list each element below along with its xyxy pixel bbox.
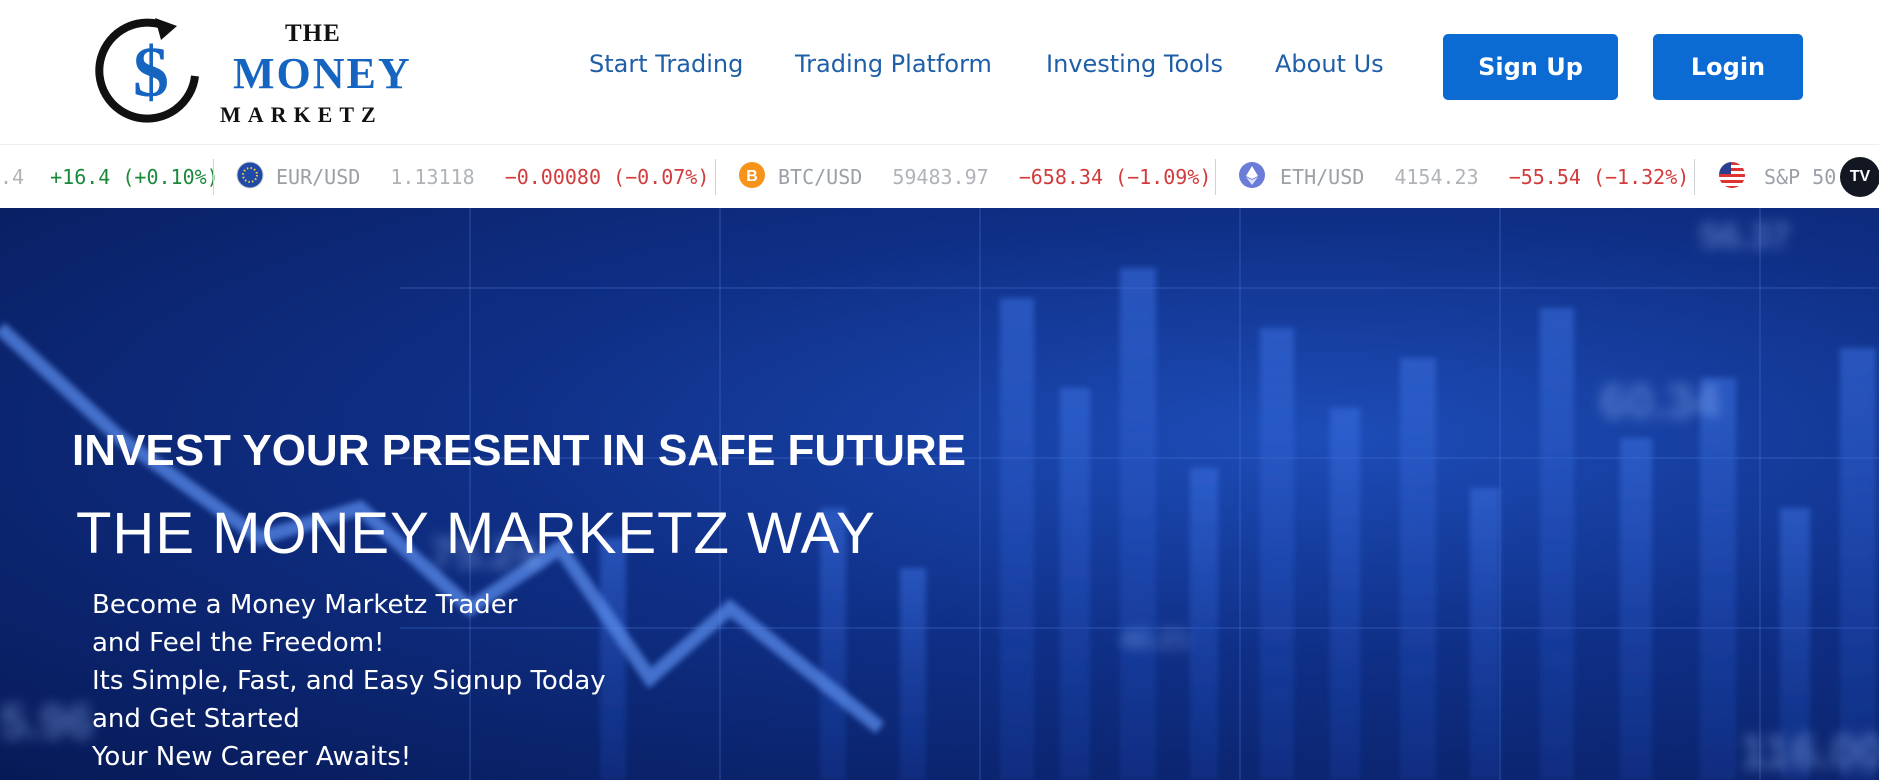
hero-line: and Get Started: [92, 704, 300, 734]
logo-text-the: THE: [285, 20, 341, 47]
eu-flag-icon: [236, 161, 264, 189]
ticker-symbol: S&P 50: [1764, 165, 1837, 189]
ticker-symbol: ETH/USD: [1280, 165, 1365, 189]
hero-subheadline: THE MONEY MARKETZ WAY: [76, 501, 876, 566]
hero-banner: 60.34 75.24 116.00 40.21 5.96 56.37 INVE…: [0, 208, 1879, 780]
ethereum-icon: [1239, 162, 1265, 188]
logo-text-money: MONEY: [233, 49, 412, 98]
site-logo[interactable]: $ THE MONEY MARKETZ: [95, 8, 415, 133]
ticker-price: .4: [0, 165, 25, 189]
ticker-symbol: BTC/USD: [778, 165, 863, 189]
site-header: $ THE MONEY MARKETZ Start Trading Tradin…: [0, 0, 1879, 144]
ticker-price: 1.13118: [390, 165, 475, 189]
ticker-divider: [213, 159, 214, 195]
sign-up-button[interactable]: Sign Up: [1443, 34, 1618, 100]
ticker-change: +16.4 (+0.10%): [50, 165, 219, 189]
hero-line: Its Simple, Fast, and Easy Signup Today: [92, 666, 606, 696]
ticker-change: −0.00080 (−0.07%): [504, 165, 710, 189]
ticker-change: −55.54 (−1.32%): [1508, 165, 1690, 189]
bitcoin-icon: B: [739, 162, 765, 188]
nav-investing-tools[interactable]: Investing Tools: [1046, 50, 1223, 78]
hero-line: Become a Money Marketz Trader: [92, 590, 518, 620]
ticker-price: 4154.23: [1394, 165, 1479, 189]
ticker-tape[interactable]: .4 +16.4 (+0.10%) EUR/USD 1.13118 −0.000…: [0, 144, 1879, 209]
hero-headline: INVEST YOUR PRESENT IN SAFE FUTURE: [72, 426, 966, 475]
nav-about-us[interactable]: About Us: [1275, 50, 1384, 78]
ticker-price: 59483.97: [892, 165, 989, 189]
svg-text:40.21: 40.21: [1120, 623, 1190, 654]
hero-line: and Feel the Freedom!: [92, 628, 385, 658]
ticker-divider: [1215, 159, 1216, 195]
hero-description: Become a Money Marketz Trader and Feel t…: [92, 586, 606, 776]
svg-text:B: B: [746, 168, 758, 185]
ticker-divider: [715, 159, 716, 195]
ticker-item[interactable]: S&P 50: [1764, 165, 1836, 189]
tradingview-logo-icon[interactable]: TV: [1840, 157, 1879, 197]
svg-text:60.34: 60.34: [1600, 376, 1720, 429]
nav-trading-platform[interactable]: Trading Platform: [795, 50, 992, 78]
hero-line: Your New Career Awaits!: [92, 742, 412, 772]
ticker-item[interactable]: .4 +16.4 (+0.10%): [0, 165, 219, 189]
login-button[interactable]: Login: [1653, 34, 1803, 100]
ticker-item[interactable]: ETH/USD 4154.23 −55.54 (−1.32%): [1280, 165, 1689, 189]
ticker-change: −658.34 (−1.09%): [1018, 165, 1212, 189]
nav-start-trading[interactable]: Start Trading: [589, 50, 743, 78]
ticker-symbol: EUR/USD: [276, 165, 361, 189]
logo-symbol: $: [133, 32, 169, 112]
svg-text:116.00: 116.00: [1740, 726, 1879, 779]
us-flag-icon: [1719, 162, 1745, 188]
ticker-divider: [1694, 159, 1695, 195]
ticker-item[interactable]: BTC/USD 59483.97 −658.34 (−1.09%): [778, 165, 1211, 189]
svg-text:56.37: 56.37: [1700, 215, 1790, 256]
logo-text-marketz: MARKETZ: [220, 102, 383, 127]
ticker-item[interactable]: EUR/USD 1.13118 −0.00080 (−0.07%): [276, 165, 709, 189]
dollar-circle-arrow-icon: $: [95, 18, 199, 123]
svg-text:5.96: 5.96: [0, 696, 93, 749]
